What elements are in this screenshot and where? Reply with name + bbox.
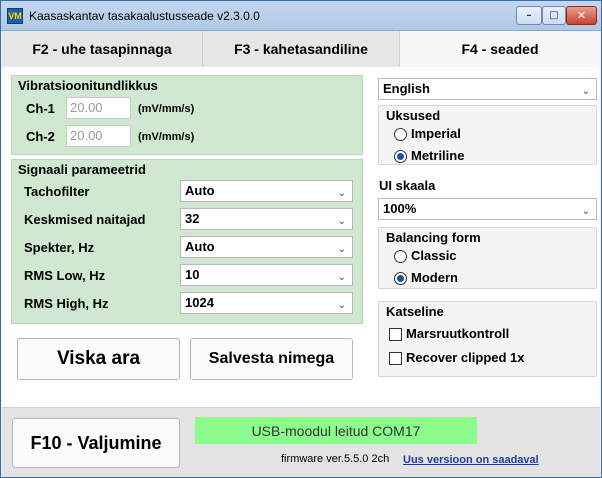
units-imperial-radio[interactable]: [394, 128, 407, 141]
settings-panel: Vibratsioonitundlikkus Ch-1 20.00 (mV/mm…: [2, 67, 600, 407]
minimize-icon: –: [526, 10, 532, 21]
balancing-form-group: Balancing form Classic Modern: [378, 227, 597, 289]
ch2-label: Ch-2: [26, 129, 55, 144]
footer-bar: F10 - Valjumine USB-moodul leitud COM17 …: [2, 407, 600, 477]
rms-low-label: RMS Low, Hz: [24, 268, 106, 283]
katseline-title: Katseline: [386, 304, 444, 319]
minimize-button[interactable]: –: [516, 6, 542, 25]
update-available-link[interactable]: Uus versioon on saadaval: [403, 454, 539, 466]
discard-button[interactable]: Viska ara: [17, 338, 180, 380]
maximize-icon: □: [549, 10, 559, 21]
balancing-form-title: Balancing form: [386, 230, 481, 245]
rms-high-label: RMS High, Hz: [24, 296, 109, 311]
averages-value: 32: [185, 211, 200, 226]
tachofilter-select[interactable]: Auto ⌄: [180, 180, 353, 202]
chevron-down-icon: ⌄: [337, 216, 346, 227]
signal-parameters-group: Signaali parameetrid Tachofilter Auto ⌄ …: [11, 159, 363, 324]
tab-two-plane[interactable]: F3 - kahetasandiline: [203, 31, 400, 67]
units-title: Uksused: [386, 108, 441, 123]
ch1-unit: (mV/mm/s): [138, 103, 195, 115]
save-as-button[interactable]: Salvesta nimega: [190, 338, 353, 380]
language-value: English: [383, 81, 430, 96]
tab-single-plane[interactable]: F2 - uhe tasapinnaga: [2, 31, 203, 67]
averages-label: Keskmised naitajad: [24, 212, 146, 227]
balancing-classic-label: Classic: [411, 248, 457, 263]
tab-settings[interactable]: F4 - seaded: [400, 31, 600, 67]
tab-strip: F2 - uhe tasapinnaga F3 - kahetasandilin…: [2, 31, 600, 67]
units-metric-radio[interactable]: [394, 150, 407, 163]
recover-clipped-checkbox[interactable]: [389, 352, 402, 365]
sensitivity-title: Vibratsioonitundlikkus: [18, 78, 158, 93]
spectrum-select[interactable]: Auto ⌄: [180, 236, 353, 258]
averages-select[interactable]: 32 ⌄: [180, 208, 353, 230]
rms-high-value: 1024: [185, 295, 214, 310]
spectrum-label: Spekter, Hz: [24, 240, 95, 255]
app-logo-icon: VM: [7, 8, 23, 24]
signal-parameters-title: Signaali parameetrid: [18, 162, 146, 177]
chevron-down-icon: ⌄: [581, 86, 590, 97]
route-check-checkbox[interactable]: [389, 328, 402, 341]
chevron-down-icon: ⌄: [581, 206, 590, 217]
chevron-down-icon: ⌄: [337, 244, 346, 255]
tachofilter-label: Tachofilter: [24, 184, 90, 199]
ui-scale-select[interactable]: 100% ⌄: [378, 198, 597, 220]
ch1-sensitivity-input[interactable]: 20.00: [66, 97, 131, 119]
usb-status-badge: USB-moodul leitud COM17: [195, 417, 477, 444]
ch2-sensitivity-input[interactable]: 20.00: [66, 125, 131, 147]
tachofilter-value: Auto: [185, 183, 215, 198]
ui-scale-value: 100%: [383, 201, 417, 216]
units-metric-label: Metriline: [411, 148, 465, 163]
rms-high-select[interactable]: 1024 ⌄: [180, 292, 353, 314]
language-select[interactable]: English ⌄: [378, 78, 597, 100]
window-title: Kaasaskantav tasakaalustusseade v2.3.0.0: [29, 9, 260, 23]
balancing-modern-label: Modern: [411, 270, 458, 285]
spectrum-value: Auto: [185, 239, 215, 254]
units-group: Uksused Imperial Metriline: [378, 105, 597, 165]
app-window: VM Kaasaskantav tasakaalustusseade v2.3.…: [0, 0, 602, 478]
chevron-down-icon: ⌄: [337, 272, 346, 283]
ch1-label: Ch-1: [26, 101, 55, 116]
route-check-label: Marsruutkontroll: [406, 326, 510, 341]
ch2-unit: (mV/mm/s): [138, 131, 195, 143]
balancing-modern-radio[interactable]: [394, 272, 407, 285]
chevron-down-icon: ⌄: [337, 300, 346, 311]
maximize-button[interactable]: □: [542, 6, 566, 25]
ui-scale-title: UI skaala: [379, 178, 436, 193]
firmware-version: firmware ver.5.5.0 2ch: [281, 453, 390, 465]
rms-low-select[interactable]: 10 ⌄: [180, 264, 353, 286]
close-button[interactable]: ✕: [566, 6, 597, 25]
title-bar[interactable]: VM Kaasaskantav tasakaalustusseade v2.3.…: [1, 1, 601, 31]
exit-button[interactable]: F10 - Valjumine: [12, 418, 180, 468]
recover-clipped-label: Recover clipped 1x: [406, 350, 525, 365]
katseline-group: Katseline Marsruutkontroll Recover clipp…: [378, 301, 597, 377]
rms-low-value: 10: [185, 267, 200, 282]
chevron-down-icon: ⌄: [337, 188, 346, 199]
sensitivity-group: Vibratsioonitundlikkus Ch-1 20.00 (mV/mm…: [11, 75, 363, 155]
close-icon: ✕: [576, 9, 587, 22]
units-imperial-label: Imperial: [411, 126, 461, 141]
balancing-classic-radio[interactable]: [394, 250, 407, 263]
